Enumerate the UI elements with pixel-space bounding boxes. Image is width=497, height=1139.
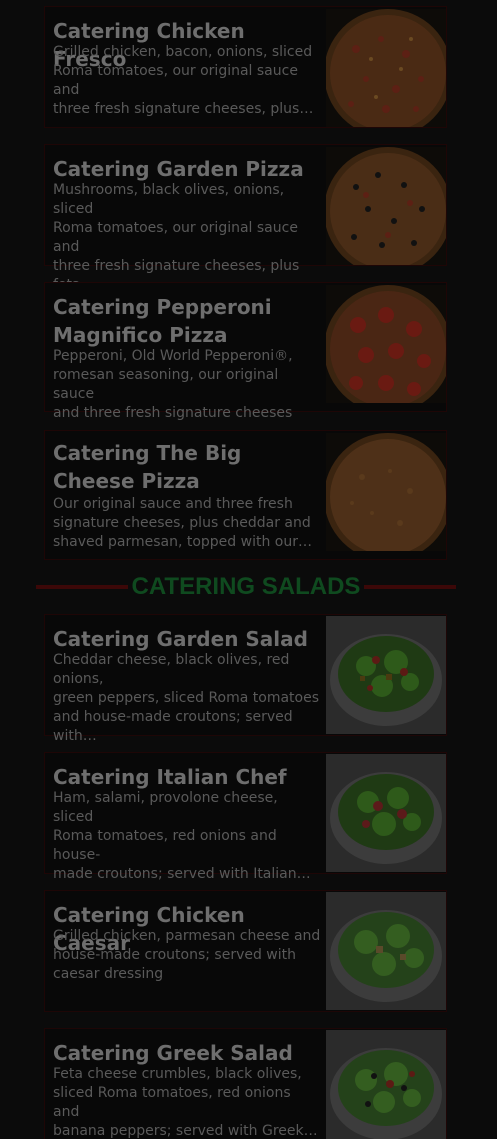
section-title-text: CATERING SALADS bbox=[127, 573, 365, 600]
menu-item-title: Catering Garden Salad bbox=[53, 627, 308, 651]
menu-item-description: Feta cheese crumbles, black olives, slic… bbox=[53, 1066, 318, 1139]
menu-item-description: Grilled chicken, parmesan cheese and hou… bbox=[53, 928, 321, 982]
menu-item-description: Cheddar cheese, black olives, red onions… bbox=[53, 652, 320, 744]
catering-salads-heading: CATERING SALADS bbox=[36, 571, 456, 603]
menu-item-description: Mushrooms, black olives, onions, sliced … bbox=[53, 182, 300, 293]
menu-item-title: Catering The Big Cheese Pizza bbox=[53, 441, 242, 493]
menu-item-card[interactable]: Catering Chicken Caesar Grilled chicken,… bbox=[44, 890, 447, 1012]
salad-image bbox=[326, 892, 446, 1010]
pizza-image bbox=[326, 147, 446, 265]
menu-item-card[interactable]: Catering Chicken Fresco Grilled chicken,… bbox=[44, 6, 447, 128]
menu-item-title: Catering Italian Chef bbox=[53, 765, 287, 789]
pizza-image bbox=[326, 9, 446, 127]
catering-menu-page: Catering Chicken Fresco Grilled chicken,… bbox=[0, 0, 497, 1139]
menu-item-card[interactable]: Catering Garden Salad Cheddar cheese, bl… bbox=[44, 614, 447, 744]
salad-image bbox=[326, 1030, 446, 1139]
menu-item-description: Our original sauce and three fresh signa… bbox=[53, 496, 312, 550]
menu-item-card[interactable]: Catering Italian Chef Ham, salami, provo… bbox=[44, 752, 447, 882]
menu-item-description: Ham, salami, provolone cheese, sliced Ro… bbox=[53, 790, 311, 882]
menu-item-description: Pepperoni, Old World Pepperoni®, romesan… bbox=[53, 348, 293, 421]
pizza-image bbox=[326, 433, 446, 551]
menu-item-card[interactable]: Catering Pepperoni Magnifico Pizza Peppe… bbox=[44, 282, 447, 421]
menu-item-title: Catering Pepperoni Magnifico Pizza bbox=[53, 295, 272, 347]
menu-item-title: Catering Greek Salad bbox=[53, 1041, 293, 1065]
salad-image bbox=[326, 616, 446, 734]
salad-image bbox=[326, 754, 446, 872]
section-title: CATERING SALADS bbox=[36, 571, 456, 603]
menu-item-card[interactable]: Catering The Big Cheese Pizza Our origin… bbox=[44, 430, 447, 560]
menu-item-card[interactable]: Catering Greek Salad Feta cheese crumble… bbox=[44, 1028, 447, 1139]
menu-item-card[interactable]: Catering Garden Pizza Mushrooms, black o… bbox=[44, 144, 447, 293]
menu-item-title: Catering Garden Pizza bbox=[53, 157, 304, 181]
menu-item-description: Grilled chicken, bacon, onions, sliced R… bbox=[53, 44, 314, 117]
pizza-image bbox=[326, 285, 446, 403]
